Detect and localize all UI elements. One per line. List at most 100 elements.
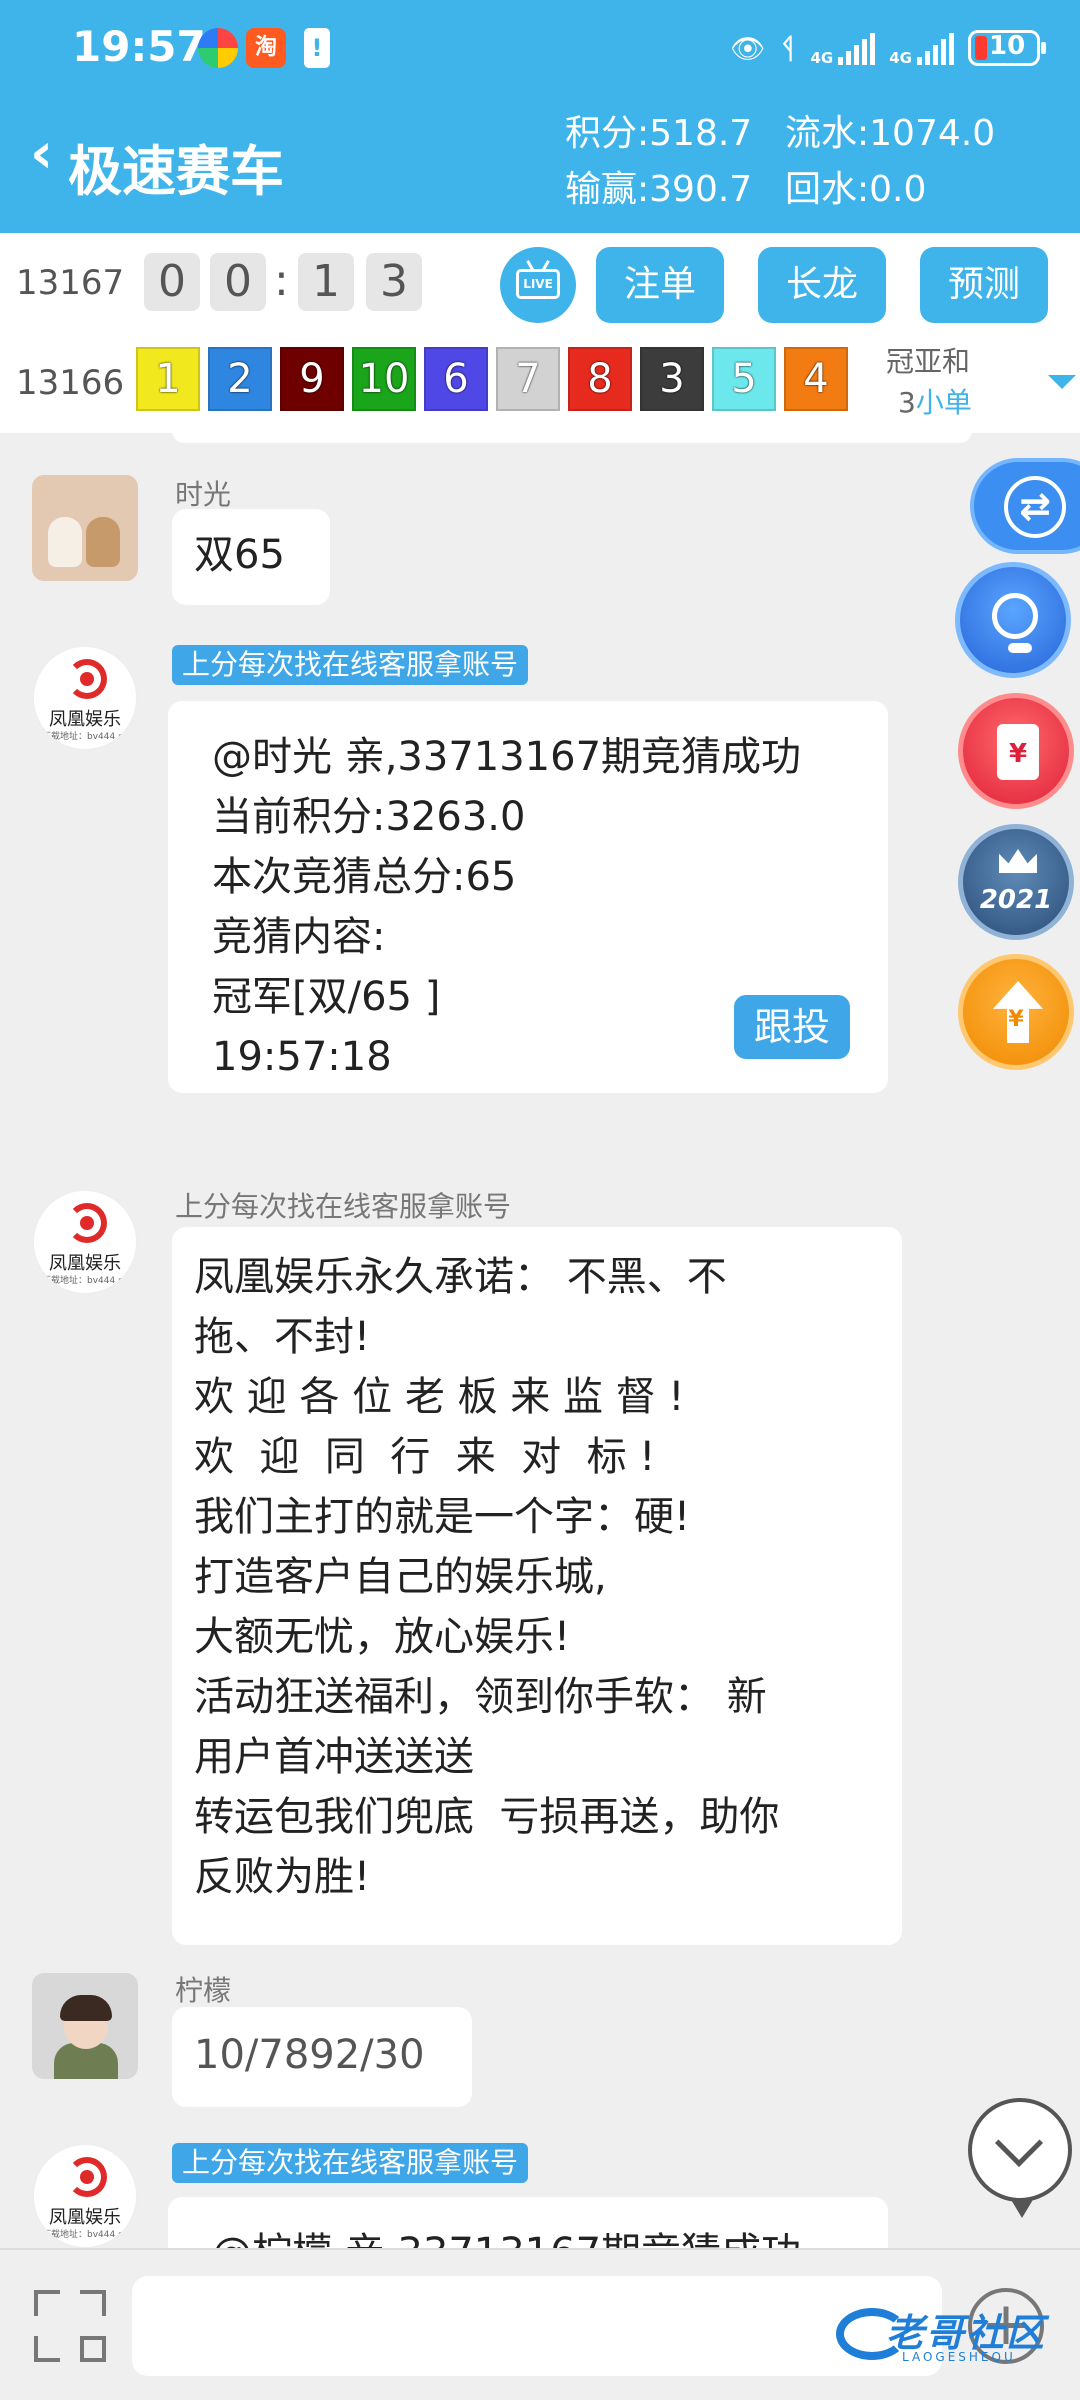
countdown-digit: 0 <box>210 253 266 311</box>
result-ball: 7 <box>496 347 560 411</box>
status-time: 19:57 <box>72 22 206 71</box>
message-input[interactable] <box>132 2276 942 2376</box>
message-bubble[interactable]: 凤凰娱乐永久承诺： 不黑、不 拖、不封! 欢 迎 各 位 老 板 来 监 督 !… <box>172 1227 902 1945</box>
network-label: 4G <box>810 49 834 67</box>
network-label: 4G <box>889 49 912 67</box>
avatar[interactable] <box>32 1973 138 2079</box>
message-line: @柠檬 亲,33713167期竞猜成功 <box>212 2223 844 2248</box>
result-ball: 2 <box>208 347 272 411</box>
message-line: 凤凰娱乐永久承诺： 不黑、不 <box>194 1254 727 1300</box>
chat-area[interactable]: 时光 双65 凤凰娱乐 下载地址：bv444.cc 上分每次找在线客服拿账号 @… <box>0 433 1080 2248</box>
message-line: 反败为胜! <box>194 1854 371 1900</box>
message-line: 当前积分:3263.0 <box>212 794 526 840</box>
recharge-button[interactable]: ¥ <box>958 954 1074 1070</box>
bets-button[interactable]: 注单 <box>596 247 724 323</box>
avatar-subtext: 下载地址：bv444.cc <box>42 1276 128 1286</box>
vip-2021-button[interactable]: 2021 <box>958 824 1074 940</box>
input-bar: + 老哥社区 LAOGESHEQU <box>0 2248 1080 2400</box>
avatar[interactable]: 凤凰娱乐 下载地址：bv444.cc <box>32 1189 138 1295</box>
watermark-text: 老哥社区 <box>886 2311 1047 2355</box>
avatar-name: 凤凰娱乐 <box>49 1253 121 1274</box>
signal-icon-1: 4G <box>810 31 876 67</box>
message-line: 转运包我们兜底 亏损再送，助你 <box>194 1794 780 1840</box>
message-bubble[interactable]: 10/7892/30 <box>172 2007 472 2107</box>
sender-tag: 上分每次找在线客服拿账号 <box>175 1190 512 1223</box>
customer-service-button[interactable] <box>955 562 1071 678</box>
turnover-stat: 流水:1074.0 <box>785 113 996 154</box>
message-line: 大额无忧，放心娱乐! <box>194 1614 571 1660</box>
follow-bet-button[interactable]: 跟投 <box>734 995 850 1059</box>
message-line: 欢 迎 各 位 老 板 来 监 督 ! <box>194 1374 685 1420</box>
battery-level: 10 <box>989 31 1026 61</box>
signal-icon-2: 4G <box>889 31 954 67</box>
result-ball: 10 <box>352 347 416 411</box>
message-line: 打造客户自己的娱乐城, <box>194 1554 607 1600</box>
message-line: 活动狂送福利，领到你手软： 新 <box>194 1674 767 1720</box>
phoenix-logo-icon <box>67 2157 107 2197</box>
bluetooth-icon: ᛩ <box>779 31 797 65</box>
countdown-digit: 3 <box>366 253 422 311</box>
win-loss-stat: 输赢:390.7 <box>565 169 753 210</box>
eye-icon: 👁 <box>730 31 766 65</box>
red-packet-button[interactable]: ¥ <box>958 693 1074 809</box>
message-line: 用户首冲送送送 <box>194 1734 474 1780</box>
last-draw-row[interactable]: 13166 1 2 9 10 6 7 8 3 5 4 冠亚和 3小单 <box>0 333 1080 433</box>
sender-tag: 上分每次找在线客服拿账号 <box>172 2143 529 2183</box>
result-ball: 1 <box>136 347 200 411</box>
battery-icon: 10 <box>968 30 1046 66</box>
predict-button[interactable]: 预测 <box>920 247 1048 323</box>
watermark-subtext: LAOGESHEQU <box>902 2350 1016 2364</box>
tv-icon: LIVE <box>516 269 560 299</box>
countdown-digit: 0 <box>144 253 200 311</box>
result-ball: 6 <box>424 347 488 411</box>
status-right: 👁 ᛩ 4G 4G 10 <box>730 30 1046 67</box>
sender-nickname: 时光 <box>175 478 232 511</box>
sum-label: 冠亚和 <box>886 345 971 378</box>
taobao-notification-icon: 淘 <box>246 28 286 68</box>
rebate-stat: 回水:0.0 <box>785 169 927 210</box>
message-bubble[interactable]: @柠檬 亲,33713167期竞猜成功 <box>168 2197 888 2248</box>
avatar-subtext: 下载地址：bv444.cc <box>42 732 128 742</box>
scroll-to-bottom-button[interactable] <box>968 2098 1072 2218</box>
current-issue-number: 13167 <box>16 263 125 303</box>
live-tv-button[interactable]: LIVE <box>500 247 576 323</box>
message-line: 我们主打的就是一个字：硬! <box>194 1494 691 1540</box>
avatar-subtext: 下载地址：bv444.cc <box>42 2230 128 2240</box>
countdown-colon: : <box>274 255 289 306</box>
message-text: 双65 <box>194 532 285 578</box>
result-ball: 4 <box>784 347 848 411</box>
result-ball: 8 <box>568 347 632 411</box>
red-packet-icon: ¥ <box>997 724 1039 780</box>
keyboard-toggle-icon[interactable] <box>34 2290 106 2362</box>
avatar[interactable]: 凤凰娱乐 下载地址：bv444.cc <box>32 2143 138 2248</box>
message-line: 本次竞猜总分:65 <box>212 854 517 900</box>
avatar[interactable] <box>32 475 138 581</box>
chevron-down-icon <box>994 2118 1044 2168</box>
sum-value: 3 <box>898 386 916 419</box>
app-header: 19:57 淘 ! 👁 ᛩ 4G 4G 10 ‹ 极速赛车 积分:518.7 流… <box>0 0 1080 233</box>
status-bar: 19:57 淘 ! 👁 ᛩ 4G 4G 10 <box>0 0 1080 100</box>
phoenix-logo-icon <box>67 1203 107 1243</box>
account-stats: 积分:518.7 流水:1074.0 输赢:390.7 回水:0.0 <box>565 106 995 218</box>
long-dragon-button[interactable]: 长龙 <box>758 247 886 323</box>
app-notification-icon <box>198 28 238 68</box>
avatar-name: 凤凰娱乐 <box>49 2207 121 2228</box>
message-bubble[interactable]: @时光 亲,33713167期竞猜成功 当前积分:3263.0 本次竞猜总分:6… <box>168 701 888 1093</box>
expand-caret-icon[interactable] <box>1048 375 1076 389</box>
countdown-digit: 1 <box>298 253 354 311</box>
message-bubble[interactable]: 双65 <box>172 509 330 605</box>
swap-button[interactable]: ⇄ <box>970 458 1080 554</box>
phoenix-logo-icon <box>67 659 107 699</box>
avatar[interactable]: 凤凰娱乐 下载地址：bv444.cc <box>32 645 138 751</box>
result-ball: 9 <box>280 347 344 411</box>
badge-year: 2021 <box>979 885 1053 915</box>
chevron-left-icon[interactable]: ‹ <box>30 124 53 184</box>
alert-notification-icon: ! <box>304 28 330 68</box>
sender-tag: 上分每次找在线客服拿账号 <box>172 645 529 685</box>
result-ball: 5 <box>712 347 776 411</box>
score-stat: 积分:518.7 <box>565 113 753 154</box>
message-text: 10/7892/30 <box>194 2032 425 2078</box>
message-line: 竞猜内容: <box>212 914 386 960</box>
current-draw-row: 13167 0 0 : 1 3 LIVE 注单 长龙 预测 <box>0 233 1080 333</box>
last-issue-number: 13166 <box>16 363 125 403</box>
